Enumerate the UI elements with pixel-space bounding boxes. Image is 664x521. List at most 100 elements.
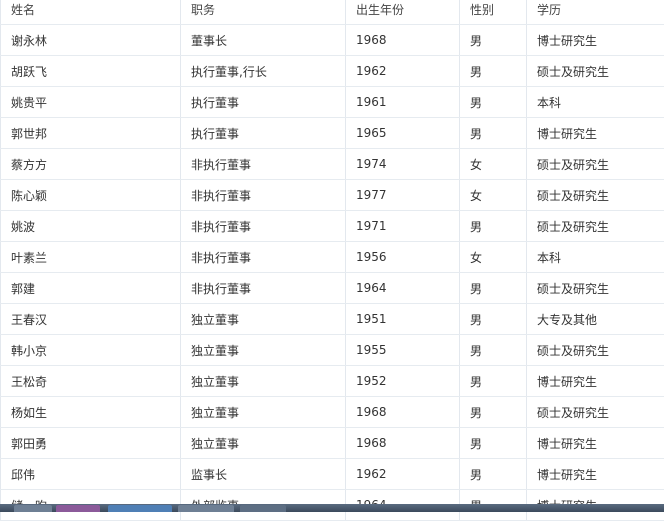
cell-birth-year: 1971 [346, 211, 460, 242]
table-row: 郭田勇独立董事1968男博士研究生 [1, 428, 664, 459]
cell-position: 非执行董事 [181, 211, 346, 242]
taskbar-app-button[interactable] [240, 505, 286, 512]
taskbar-app-button[interactable] [108, 505, 172, 512]
table-row: 谢永林董事长1968男博士研究生 [1, 25, 664, 56]
cell-gender: 男 [460, 366, 527, 397]
cell-birth-year: 1968 [346, 428, 460, 459]
cell-education: 硕士及研究生 [527, 273, 664, 304]
taskbar-app-button[interactable] [14, 505, 52, 512]
cell-education: 本科 [527, 87, 664, 118]
cell-gender: 男 [460, 428, 527, 459]
cell-name: 叶素兰 [1, 242, 181, 273]
cell-birth-year: 1952 [346, 366, 460, 397]
cell-position: 非执行董事 [181, 180, 346, 211]
table-row: 王春汉独立董事1951男大专及其他 [1, 304, 664, 335]
cell-position: 非执行董事 [181, 273, 346, 304]
column-header-birth-year: 出生年份 [346, 0, 460, 25]
cell-position: 非执行董事 [181, 149, 346, 180]
cell-position: 监事长 [181, 459, 346, 490]
table-header: 姓名职务出生年份性别学历 [1, 0, 664, 25]
cell-position: 执行董事 [181, 118, 346, 149]
cell-birth-year: 1951 [346, 304, 460, 335]
table-body: 谢永林董事长1968男博士研究生胡跃飞执行董事,行长1962男硕士及研究生姚贵平… [1, 25, 664, 521]
cell-education: 硕士及研究生 [527, 211, 664, 242]
cell-gender: 男 [460, 87, 527, 118]
taskbar-app-button[interactable] [56, 505, 100, 512]
table-row: 姚贵平执行董事1961男本科 [1, 87, 664, 118]
table-row: 姚波非执行董事1971男硕士及研究生 [1, 211, 664, 242]
cell-education: 硕士及研究生 [527, 180, 664, 211]
table-row: 郭世邦执行董事1965男博士研究生 [1, 118, 664, 149]
column-header-position: 职务 [181, 0, 346, 25]
cell-position: 独立董事 [181, 397, 346, 428]
header-row: 姓名职务出生年份性别学历 [1, 0, 664, 25]
cell-name: 郭田勇 [1, 428, 181, 459]
cell-name: 姚波 [1, 211, 181, 242]
cell-name: 郭建 [1, 273, 181, 304]
cell-education: 博士研究生 [527, 428, 664, 459]
cell-birth-year: 1956 [346, 242, 460, 273]
cell-birth-year: 1965 [346, 118, 460, 149]
board-members-table-container: 姓名职务出生年份性别学历 谢永林董事长1968男博士研究生胡跃飞执行董事,行长1… [0, 0, 664, 521]
cell-birth-year: 1964 [346, 273, 460, 304]
cell-name: 韩小京 [1, 335, 181, 366]
cell-education: 硕士及研究生 [527, 335, 664, 366]
taskbar [0, 504, 664, 512]
cell-birth-year: 1968 [346, 25, 460, 56]
cell-education: 本科 [527, 242, 664, 273]
cell-name: 陈心颖 [1, 180, 181, 211]
table-row: 陈心颖非执行董事1977女硕士及研究生 [1, 180, 664, 211]
table-row: 叶素兰非执行董事1956女本科 [1, 242, 664, 273]
cell-birth-year: 1968 [346, 397, 460, 428]
cell-gender: 男 [460, 304, 527, 335]
cell-position: 执行董事,行长 [181, 56, 346, 87]
cell-position: 独立董事 [181, 366, 346, 397]
cell-education: 博士研究生 [527, 366, 664, 397]
cell-birth-year: 1962 [346, 56, 460, 87]
column-header-name: 姓名 [1, 0, 181, 25]
cell-gender: 男 [460, 56, 527, 87]
cell-name: 杨如生 [1, 397, 181, 428]
cell-gender: 女 [460, 242, 527, 273]
cell-gender: 男 [460, 25, 527, 56]
cell-birth-year: 1974 [346, 149, 460, 180]
cell-gender: 女 [460, 149, 527, 180]
cell-education: 硕士及研究生 [527, 56, 664, 87]
table-row: 韩小京独立董事1955男硕士及研究生 [1, 335, 664, 366]
cell-education: 大专及其他 [527, 304, 664, 335]
cell-position: 非执行董事 [181, 242, 346, 273]
table-row: 胡跃飞执行董事,行长1962男硕士及研究生 [1, 56, 664, 87]
table-row: 杨如生独立董事1968男硕士及研究生 [1, 397, 664, 428]
cell-birth-year: 1961 [346, 87, 460, 118]
cell-gender: 男 [460, 118, 527, 149]
table-row: 王松奇独立董事1952男博士研究生 [1, 366, 664, 397]
cell-name: 胡跃飞 [1, 56, 181, 87]
cell-birth-year: 1977 [346, 180, 460, 211]
cell-education: 博士研究生 [527, 118, 664, 149]
cell-birth-year: 1962 [346, 459, 460, 490]
cell-position: 董事长 [181, 25, 346, 56]
cell-gender: 女 [460, 180, 527, 211]
cell-name: 姚贵平 [1, 87, 181, 118]
cell-name: 王春汉 [1, 304, 181, 335]
cell-name: 邱伟 [1, 459, 181, 490]
cell-position: 独立董事 [181, 335, 346, 366]
cell-gender: 男 [460, 211, 527, 242]
column-header-education: 学历 [527, 0, 664, 25]
cell-position: 独立董事 [181, 304, 346, 335]
cell-name: 王松奇 [1, 366, 181, 397]
cell-gender: 男 [460, 273, 527, 304]
table-row: 邱伟监事长1962男博士研究生 [1, 459, 664, 490]
column-header-gender: 性别 [460, 0, 527, 25]
cell-position: 独立董事 [181, 428, 346, 459]
cell-gender: 男 [460, 459, 527, 490]
cell-education: 硕士及研究生 [527, 397, 664, 428]
cell-name: 蔡方方 [1, 149, 181, 180]
cell-education: 博士研究生 [527, 459, 664, 490]
cell-education: 硕士及研究生 [527, 149, 664, 180]
cell-position: 执行董事 [181, 87, 346, 118]
cell-name: 郭世邦 [1, 118, 181, 149]
cell-name: 谢永林 [1, 25, 181, 56]
cell-education: 博士研究生 [527, 25, 664, 56]
taskbar-app-button[interactable] [178, 505, 234, 512]
